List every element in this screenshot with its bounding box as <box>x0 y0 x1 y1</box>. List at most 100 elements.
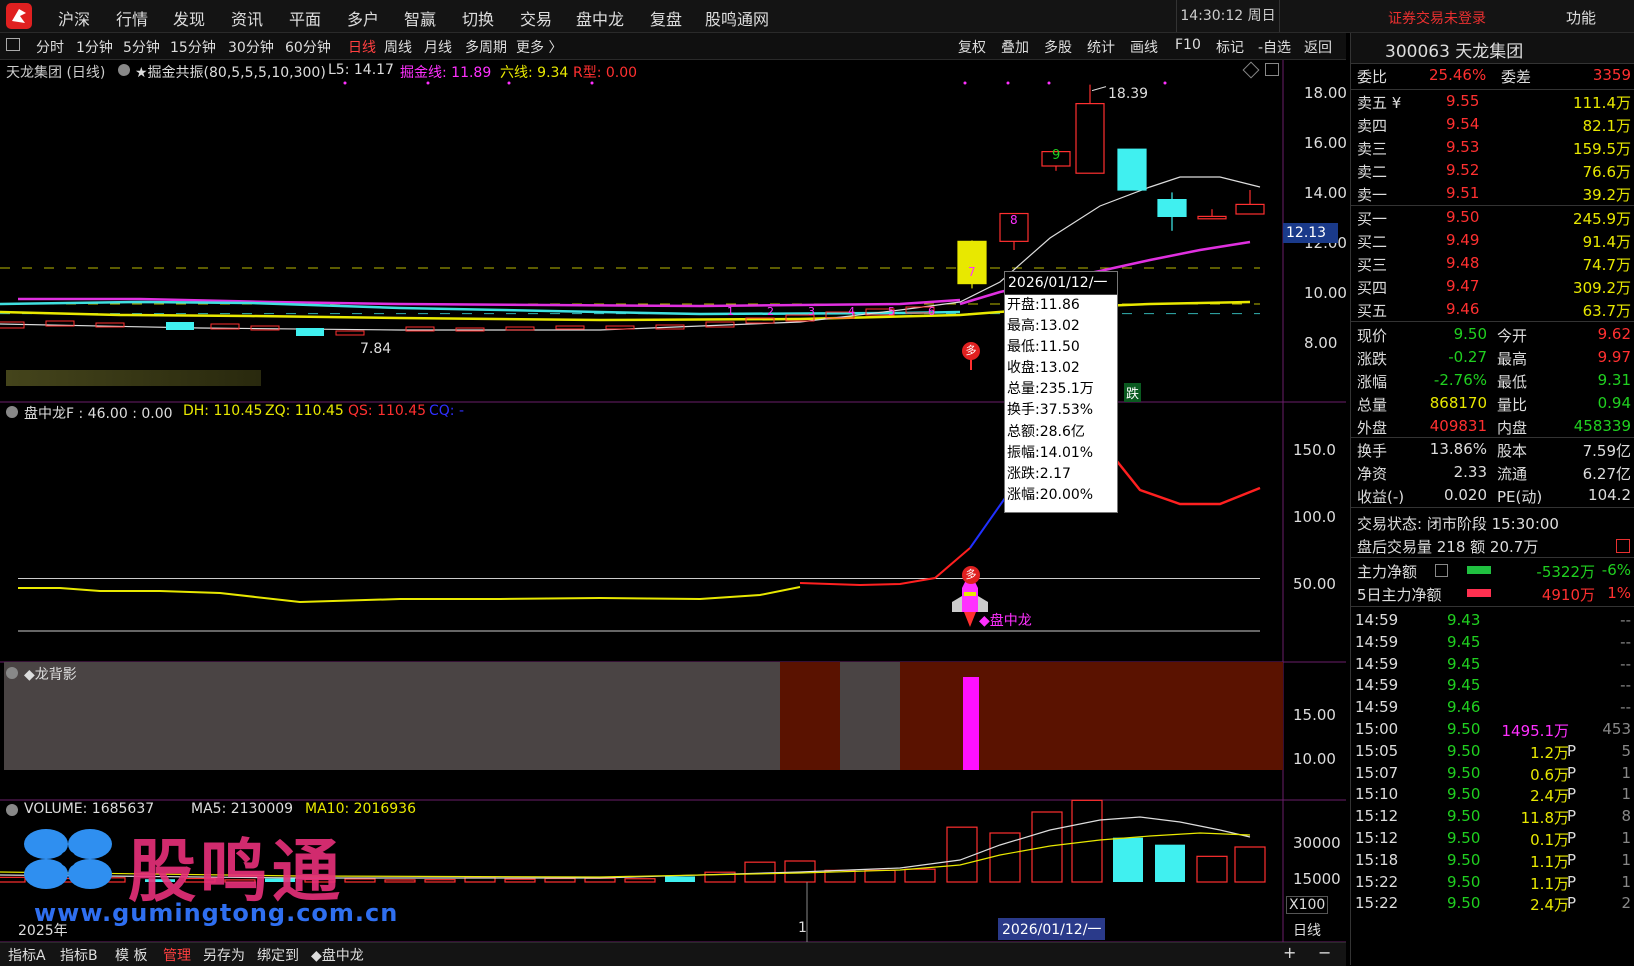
info-icon[interactable] <box>1435 564 1448 577</box>
x-label: 1 <box>798 920 807 936</box>
signal-dot <box>1006 81 1010 85</box>
period-tab[interactable]: 分时 <box>36 37 64 57</box>
quote-panel: 300063 天龙集团 委比 25.46% 委差 3359 卖五 ¥ 9.55 111.4万… <box>1350 33 1634 965</box>
indicator-name: ★掘金共振(80,5,5,5,10,300) <box>135 65 326 81</box>
tick-row: 14:59 9.46 -- <box>1351 696 1634 720</box>
zoom-out-button[interactable]: − <box>1318 943 1331 962</box>
tooltip-line: 总量:235.1万 <box>1007 381 1094 398</box>
menu-item[interactable]: 发现 <box>173 6 205 30</box>
tick-volume: 2.4万 <box>1530 787 1569 806</box>
menu-item[interactable]: 盘中龙 <box>576 6 624 30</box>
tooltip-line: 涨幅:20.00% <box>1007 486 1094 503</box>
tick-volume: 1495.1万 <box>1501 722 1570 740</box>
tick-row: 15:18 9.50 1.1万 P 1 <box>1351 849 1634 873</box>
period-tab[interactable]: 月线 <box>424 37 452 57</box>
period-tab[interactable]: 多周期 <box>465 37 507 57</box>
menu-item[interactable]: 平面 <box>289 6 321 30</box>
bottom-tab[interactable]: 指标A <box>8 945 46 965</box>
bottom-tab[interactable]: 管理 <box>163 945 191 965</box>
after-hours-row: 盘后交易量 218 额 20.7万 <box>1351 534 1634 558</box>
menu-item[interactable]: 交易 <box>520 6 552 30</box>
tick-row: 14:59 9.43 -- <box>1351 609 1634 633</box>
bottom-tab[interactable]: 模 板 <box>115 945 147 965</box>
app-logo-icon[interactable] <box>6 3 32 29</box>
toolbar-button[interactable]: 画线 <box>1130 37 1158 57</box>
toolbar-button[interactable]: 标记 <box>1216 37 1244 57</box>
y-tick: 15.00 <box>1293 706 1336 724</box>
x-cursor-label: 2026/01/12/一 <box>998 918 1106 940</box>
period-tab[interactable]: 30分钟 <box>228 37 274 57</box>
ask-price: 9.54 <box>1446 115 1480 133</box>
volume-bar <box>344 878 376 883</box>
indicator-dropdown-icon[interactable] <box>118 64 130 76</box>
tick-flag: P <box>1567 850 1577 869</box>
tick-count: 2 <box>1621 894 1631 913</box>
period-tab[interactable]: 1分钟 <box>76 37 113 57</box>
tick-price: 9.50 <box>1447 807 1481 826</box>
stat-value: 2.33 <box>1453 463 1487 481</box>
stat-value: 9.97 <box>1597 348 1631 366</box>
net-bar <box>1467 589 1491 597</box>
period-tab[interactable]: 60分钟 <box>285 37 331 57</box>
bottom-tab[interactable]: 指标B <box>60 945 98 965</box>
panel-layout-icon[interactable] <box>1265 63 1279 76</box>
main-net-row: 主力净额 -5322万 -6% <box>1351 559 1634 583</box>
stat-value: 13.86% <box>1429 440 1487 458</box>
jjx-value: 掘金线: 11.89 <box>400 65 492 81</box>
period-tab[interactable]: 15分钟 <box>170 37 216 57</box>
main-panel-title: 天龙集团 (日线) <box>6 65 106 81</box>
toolbar-button[interactable]: 复权 <box>958 37 986 57</box>
toolbar-button[interactable]: F10 <box>1175 37 1201 53</box>
tick-row: 15:07 9.50 0.6万 P 1 <box>1351 762 1634 786</box>
bottom-tab[interactable]: 绑定到 <box>257 945 299 965</box>
volume-bar <box>424 879 456 883</box>
tick-time: 14:59 <box>1355 632 1399 651</box>
menu-item[interactable]: 复盘 <box>650 6 682 30</box>
period-tab[interactable]: 周线 <box>384 37 412 57</box>
layout-icon[interactable] <box>6 38 20 51</box>
ma10-value: MA10: 2016936 <box>305 801 416 817</box>
bid-row: 买四 9.47 309.2万 <box>1351 275 1634 299</box>
tick-time: 15:22 <box>1355 894 1399 913</box>
zoom-in-button[interactable]: + <box>1283 943 1296 962</box>
stat-label: 现价 <box>1357 327 1388 345</box>
tick-flag: P <box>1567 872 1577 891</box>
collapse-icon[interactable] <box>6 406 18 418</box>
toolbar-button[interactable]: 返回 <box>1304 37 1332 57</box>
menu-item[interactable]: 切换 <box>462 6 494 30</box>
menu-item[interactable]: 智赢 <box>404 6 436 30</box>
tick-time: 15:05 <box>1355 741 1399 760</box>
tick-row: 15:22 9.50 2.4万 P 2 <box>1351 892 1634 916</box>
tooltip-date: 2026/01/12/一 <box>1005 272 1117 295</box>
bottom-tab[interactable]: ◆盘中龙 <box>311 945 364 965</box>
stat-value: 9.50 <box>1453 325 1487 343</box>
menu-item[interactable]: 股鸣通网 <box>705 6 769 30</box>
menu-item[interactable]: 沪深 <box>58 6 90 30</box>
candle <box>505 326 535 331</box>
collapse-icon[interactable] <box>6 804 18 816</box>
toolbar-button[interactable]: 叠加 <box>1001 37 1029 57</box>
menu-item[interactable]: 多户 <box>347 6 379 30</box>
volume-bar <box>584 877 616 883</box>
menu-item[interactable]: 资讯 <box>231 6 263 30</box>
period-tab[interactable]: 更多 〉 <box>516 37 562 57</box>
function-menu[interactable]: 功能 <box>1566 7 1596 28</box>
login-status[interactable]: 证券交易未登录 <box>1388 8 1486 28</box>
stat-value: 0.94 <box>1597 394 1631 412</box>
ask-label: 卖一 <box>1357 186 1388 204</box>
chart-icon[interactable] <box>1616 539 1630 553</box>
y-tick: 30000 <box>1293 834 1341 852</box>
candle-body <box>1235 203 1265 215</box>
period-tab[interactable]: 5分钟 <box>123 37 160 57</box>
tooltip-line: 开盘:11.86 <box>1007 297 1080 313</box>
period-tab[interactable]: 日线 <box>348 37 376 57</box>
bottom-tab[interactable]: 另存为 <box>203 945 245 965</box>
toolbar-button[interactable]: 统计 <box>1087 37 1115 57</box>
ask-label: 卖二 <box>1357 163 1388 181</box>
toolbar-button[interactable]: -自选 <box>1258 37 1291 57</box>
tick-price: 9.50 <box>1447 720 1481 738</box>
toolbar-button[interactable]: 多股 <box>1044 37 1072 57</box>
collapse-icon[interactable] <box>6 667 18 679</box>
menu-item[interactable]: 行情 <box>116 6 148 30</box>
tick-price: 9.45 <box>1447 632 1481 651</box>
